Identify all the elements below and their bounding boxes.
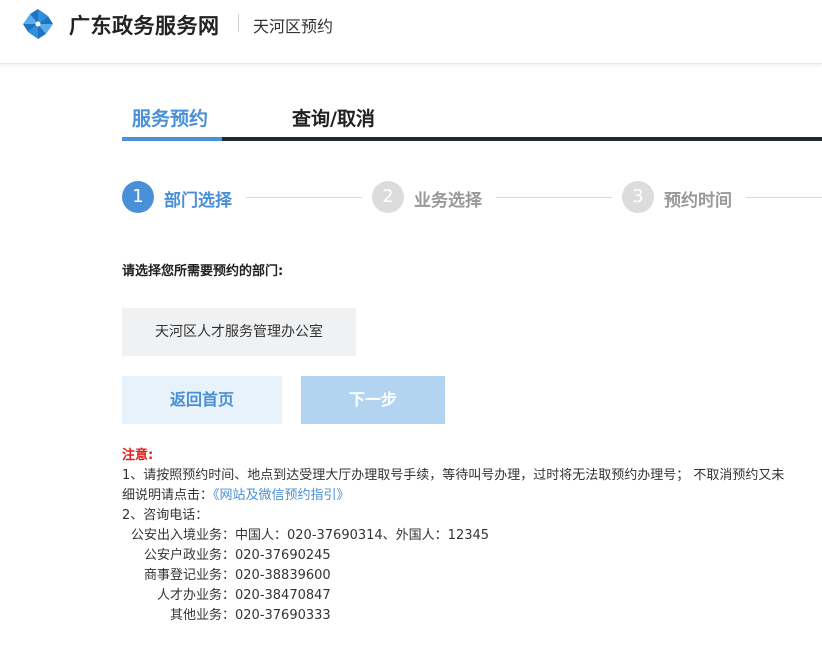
department-option[interactable]: 天河区人才服务管理办公室: [122, 308, 356, 356]
step-connector: [496, 197, 612, 198]
notice-title: 注意:: [122, 448, 154, 463]
tab-query-cancel[interactable]: 查询/取消: [292, 104, 375, 131]
tab-bar: 服务预约 查询/取消: [122, 96, 822, 142]
phone-value: 020-37690245: [235, 548, 331, 563]
notice-section: 注意: 1、请按照预约时间、地点到达受理大厅办理取号手续，等待叫号办理，过时将无…: [122, 446, 822, 626]
guide-prefix: 细说明请点击：: [122, 488, 214, 503]
step-3-label: 预约时间: [664, 191, 732, 211]
step-2-label: 业务选择: [414, 191, 482, 211]
next-step-button[interactable]: 下一步: [301, 376, 445, 424]
phone-row: 商事登记业务： 020-38839600: [122, 566, 822, 586]
phone-value: 020-38839600: [235, 568, 331, 583]
tab-underline: [122, 137, 822, 141]
step-2-number: 2: [372, 181, 404, 213]
phone-label: 公安户政业务：: [143, 548, 235, 563]
step-connector: [746, 197, 822, 198]
phone-label: 商事登记业务：: [143, 568, 235, 583]
notice-item-1: 1、请按照预约时间、地点到达受理大厅办理取号手续，等待叫号办理，过时将无法取预约…: [122, 468, 785, 483]
phone-label: 其他业务：: [169, 608, 235, 623]
tab-service-booking[interactable]: 服务预约: [132, 104, 208, 131]
step-1-label: 部门选择: [164, 191, 232, 211]
step-1-number: 1: [122, 181, 154, 213]
site-title[interactable]: 广东政务服务网: [69, 10, 220, 40]
phone-value: 020-37690333: [235, 608, 331, 623]
guide-link[interactable]: 《网站及微信预约指引》: [213, 488, 350, 503]
district-title: 天河区预约: [253, 17, 334, 36]
phone-value: 020-38470847: [235, 588, 331, 603]
phone-row: 人才办业务： 020-38470847: [122, 586, 822, 606]
pinwheel-logo-icon[interactable]: [21, 7, 55, 41]
notice-item-2-title: 2、咨询电话：: [122, 508, 209, 523]
phone-label: 人才办业务：: [156, 588, 235, 603]
phone-value: 中国人：020-37690314、外国人：12345: [235, 528, 490, 543]
back-home-button[interactable]: 返回首页: [122, 376, 282, 424]
step-connector: [246, 197, 362, 198]
step-indicator: 1 部门选择 2 业务选择 3 预约时间: [122, 181, 822, 215]
tab-active-indicator: [122, 137, 222, 141]
department-prompt: 请选择您所需要预约的部门:: [122, 264, 284, 279]
phone-label: 公安出入境业务：: [130, 528, 235, 543]
phone-row: 公安户政业务： 020-37690245: [122, 546, 822, 566]
step-3-number: 3: [622, 181, 654, 213]
notice-item-1-continued: 细说明请点击：《网站及微信预约指引》: [122, 486, 822, 506]
phone-row: 其他业务： 020-37690333: [122, 606, 822, 626]
phone-row: 公安出入境业务： 中国人：020-37690314、外国人：12345: [122, 526, 822, 546]
header-divider: [238, 14, 239, 32]
site-header: 广东政务服务网 天河区预约: [0, 0, 822, 64]
